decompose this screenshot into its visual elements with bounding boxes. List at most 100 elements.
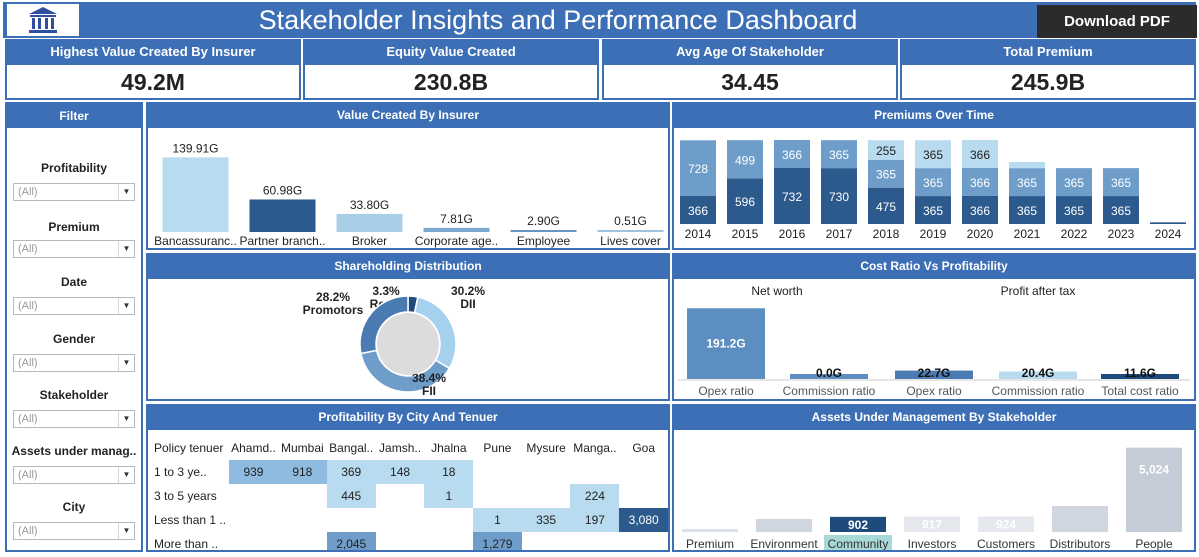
bar-value-label: 191.2G: [706, 337, 745, 351]
filter-label-stakeholder: Stakeholder: [39, 388, 109, 402]
filter-label-gender: Gender: [52, 332, 95, 346]
category-label: Commission ratio: [783, 384, 876, 398]
category-label: Customers: [977, 537, 1035, 551]
bar-mark: [1126, 447, 1182, 532]
bar-mark: [423, 227, 490, 232]
category-label: Premium: [686, 537, 734, 551]
heatmap-row: 3 to 5 years 445 1 224: [152, 484, 668, 508]
category-label: Partner branch..: [239, 234, 325, 248]
filter-select-profitability[interactable]: (All) ▼: [13, 183, 135, 201]
cost-ratio-panel: Cost Ratio Vs Profitability Net worth Pro…: [672, 253, 1196, 401]
segment-value-label: 730: [829, 190, 849, 204]
category-label: Corporate age..: [415, 234, 498, 248]
heatmap-cell: [619, 484, 668, 508]
filter-panel: Filter Profitability (All) ▼ Premium (All…: [5, 102, 143, 552]
bar-value-label: 139.91G: [172, 141, 218, 155]
heatmap-cell: [229, 532, 278, 550]
filter-label-premium: Premium: [48, 220, 100, 234]
heatmap-cell: 1,279: [473, 532, 522, 550]
row-label: 1 to 3 ye..: [154, 465, 207, 479]
heatmap-cell: 918: [277, 460, 327, 484]
filter-select-premium[interactable]: (All) ▼: [13, 240, 135, 258]
panel-title: Value Created By Insurer: [148, 104, 668, 128]
filter-select-city[interactable]: (All) ▼: [13, 522, 135, 540]
heatmap-header-row: Policy tenuer Ahamd.. Mumbai Bangal.. Jamsh.…: [152, 436, 668, 460]
heatmap-cell: [522, 532, 571, 550]
bar-mark: [162, 157, 229, 232]
filter-select-stakeholder[interactable]: (All) ▼: [13, 410, 135, 428]
heatmap-cell: 939: [229, 460, 278, 484]
profitability-heatmap: Policy tenuer Ahamd.. Mumbai Bangal.. Jamsh.…: [152, 436, 668, 550]
heatmap-cell: [473, 460, 522, 484]
segment-value-label: 365: [876, 168, 896, 182]
kpi-label: Avg Age Of Stakeholder: [604, 41, 896, 65]
bar-mark: [682, 529, 738, 532]
segment-value-label: 366: [688, 204, 708, 218]
filter-select-assets[interactable]: (All) ▼: [13, 466, 135, 484]
heatmap-cell: [229, 484, 278, 508]
panel-title: Premiums Over Time: [674, 104, 1194, 128]
shareholding-donut-chart: 3.3%Retail30.2%DII38.4%FII28.2%Promotors: [303, 284, 486, 398]
segment-value-label: 365: [923, 148, 943, 162]
heatmap-cell: [327, 508, 376, 532]
filter-select-date[interactable]: (All) ▼: [13, 297, 135, 315]
heatmap-row: 1 to 3 ye.. 939 918 369 148 18: [152, 460, 668, 484]
heatmap-cell: [376, 484, 425, 508]
heatmap-cell: [376, 532, 425, 550]
stack-segment: [1009, 162, 1045, 169]
kpi-label: Highest Value Created By Insurer: [7, 41, 299, 65]
heatmap-cell: 445: [326, 484, 376, 508]
bar-value-label: 33.80G: [350, 198, 389, 212]
bank-building-icon: [7, 4, 79, 36]
chevron-down-icon: ▼: [118, 298, 134, 314]
category-label: Total cost ratio: [1101, 384, 1179, 398]
bar-value-label: 7.81G: [440, 212, 473, 226]
kpi-value: 49.2M: [121, 69, 185, 95]
segment-value-label: 365: [1017, 204, 1037, 218]
donut-hole: [377, 313, 439, 375]
segment-value-label: 365: [1017, 176, 1037, 190]
segment-value-label: 365: [829, 148, 849, 162]
filter-select-gender[interactable]: (All) ▼: [13, 354, 135, 372]
heatmap-row: Less than 1 .. 1 335 197 3,080: [152, 508, 668, 532]
kpi-card-highest-value: Highest Value Created By Insurer 49.2M: [5, 39, 301, 100]
download-pdf-button[interactable]: Download PDF: [1037, 5, 1197, 38]
segment-value-label: 499: [735, 153, 755, 167]
slice-name-label: DII: [460, 297, 475, 311]
panel-title: Assets Under Management By Stakeholder: [674, 406, 1194, 430]
heatmap-cell: 3,080: [619, 508, 668, 532]
segment-value-label: 255: [876, 144, 896, 158]
bar-value-label: 20.4G: [1022, 366, 1055, 380]
heatmap-cell: [278, 532, 327, 550]
shareholding-panel: Shareholding Distribution 3.3%Retail30.2…: [146, 253, 670, 401]
filter-label-city: City: [62, 500, 86, 514]
slice-name-label: FII: [422, 384, 436, 398]
filter-label-assets: Assets under manag..: [11, 444, 137, 458]
column-header: Ahamd..: [231, 441, 276, 455]
bar-mark: [756, 519, 812, 532]
kpi-value: 34.45: [721, 69, 779, 95]
segment-value-label: 365: [1111, 176, 1131, 190]
heatmap-cell: [278, 508, 327, 532]
kpi-label: Equity Value Created: [305, 41, 597, 65]
row-header-label: Policy tenuer: [154, 441, 224, 455]
category-label: Environment: [750, 537, 818, 551]
heatmap-cell: 148: [375, 460, 425, 484]
segment-value-label: 365: [1064, 176, 1084, 190]
filter-value: (All): [18, 413, 38, 425]
category-label: Bancassuranc..: [154, 234, 237, 248]
kpi-card-avg-age: Avg Age Of Stakeholder 34.45: [602, 39, 898, 100]
segment-value-label: 365: [1111, 204, 1131, 218]
bar-value-label: 5,024: [1139, 463, 1169, 477]
heatmap-cell: [424, 532, 473, 550]
category-label: Lives cover: [600, 234, 661, 248]
bar-value-label: 917: [922, 518, 942, 532]
bar-value-label: 60.98G: [263, 183, 302, 197]
year-label: 2019: [920, 227, 947, 241]
value-created-panel: Value Created By Insurer 139.91G Bancassu…: [146, 102, 670, 250]
kpi-value: 245.9B: [1010, 69, 1086, 95]
group-label: Profit after tax: [1001, 284, 1076, 298]
premiums-over-time-chart: 366 728 2014 596 499 2015 732 366 2016 730 365 2017…: [680, 139, 1186, 241]
heatmap-row: More than .. 2,045 1,279: [152, 532, 668, 550]
panel-title: Cost Ratio Vs Profitability: [674, 255, 1194, 279]
